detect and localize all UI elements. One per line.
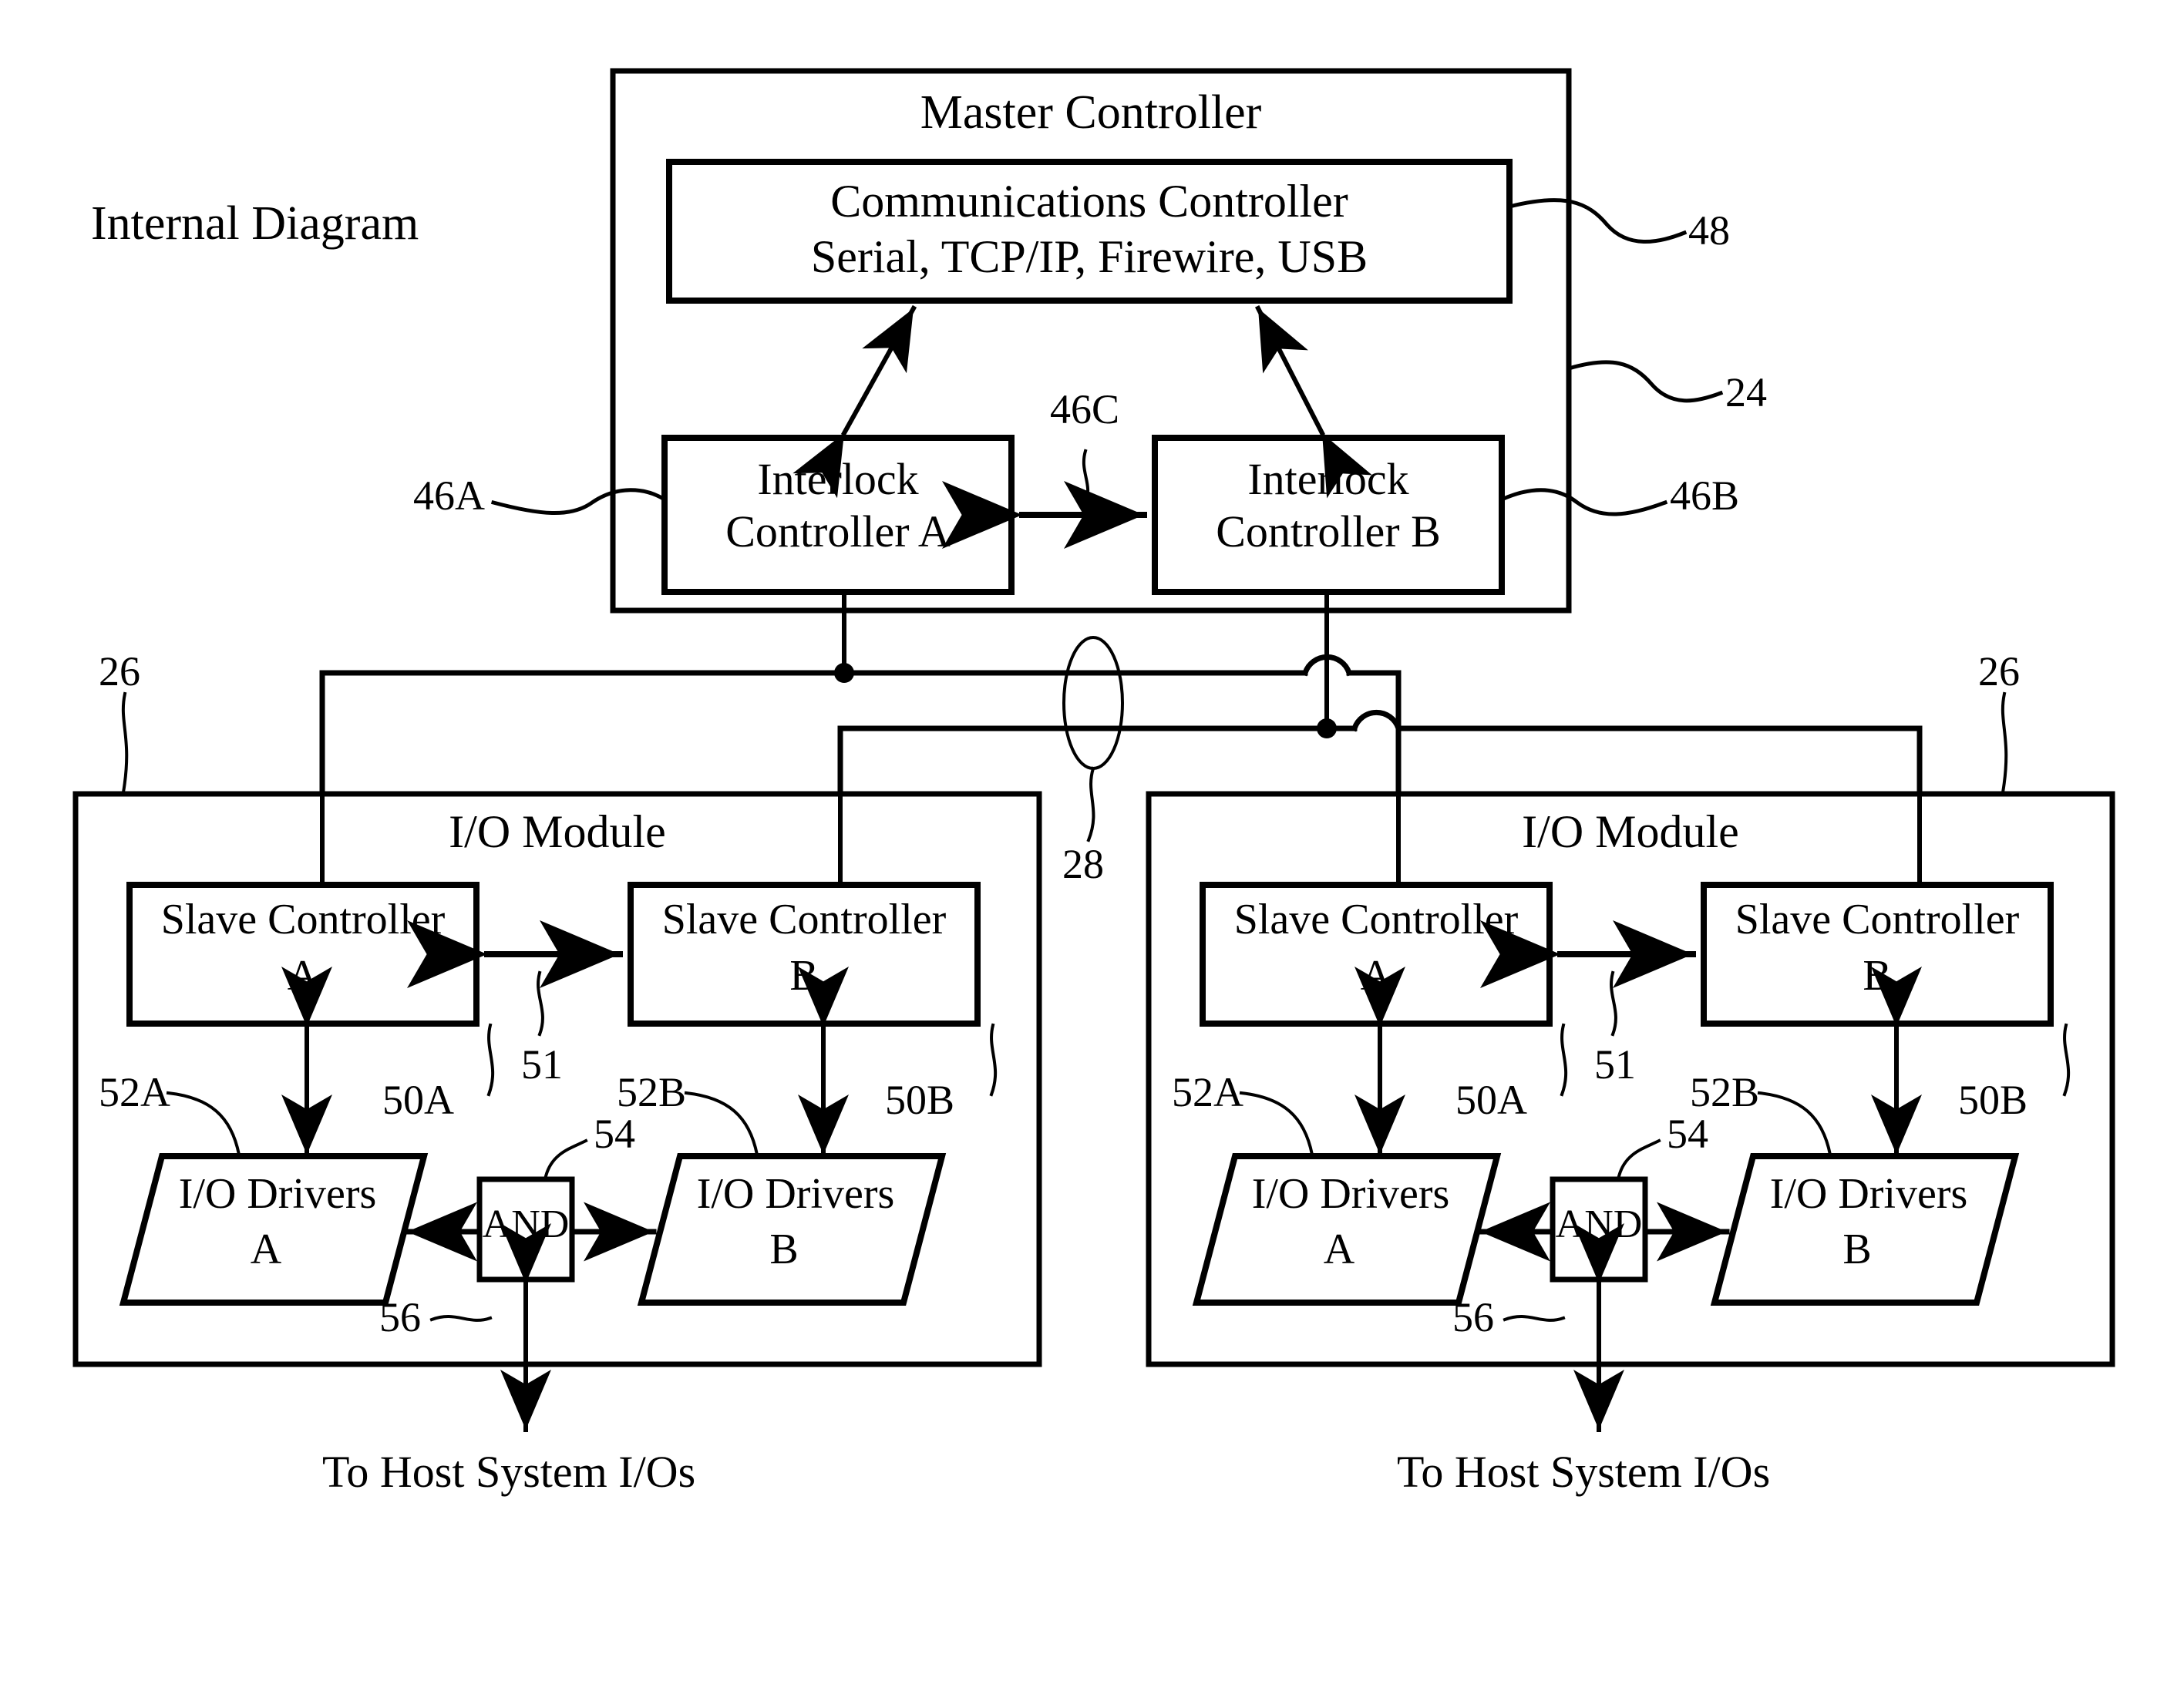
ref-52b-left: 52B (617, 1069, 687, 1115)
ref-51-left: 51 (521, 1041, 563, 1088)
ref-56-right: 56 (1452, 1294, 1494, 1340)
io-drivers-b-right-line2: B (1842, 1226, 1872, 1273)
host-caption-right: To Host System I/Os (1397, 1447, 1771, 1497)
ref-54-right: 54 (1667, 1111, 1708, 1157)
ref-50b-left: 50B (885, 1077, 955, 1123)
ref-52b-right: 52B (1690, 1069, 1760, 1115)
ref-54-left: 54 (594, 1111, 635, 1157)
ref-52a-right: 52A (1172, 1069, 1243, 1115)
master-controller-title: Master Controller (920, 86, 1262, 139)
ref-46a: 46A (413, 472, 485, 519)
interlock-controller-b-line1: Interlock (1247, 454, 1409, 504)
ref-48: 48 (1688, 207, 1730, 254)
slave-controller-a-left-line1: Slave Controller (160, 896, 446, 943)
communications-controller-line2: Serial, TCP/IP, Firewire, USB (810, 231, 1368, 282)
io-drivers-b-left-line1: I/O Drivers (696, 1170, 895, 1218)
ref-50a-left: 50A (382, 1077, 454, 1123)
ref-26-right: 26 (1978, 648, 2020, 694)
ref-28: 28 (1062, 841, 1104, 887)
io-module-left-title: I/O Module (449, 806, 666, 857)
io-drivers-a-right-line2: A (1323, 1226, 1355, 1273)
ref-46c: 46C (1050, 386, 1120, 432)
ref-26-left: 26 (99, 648, 140, 694)
ref-50b-right: 50B (1958, 1077, 2028, 1123)
slave-controller-a-left-line2: A (287, 952, 319, 1000)
slave-controller-b-left-line2: B (789, 952, 819, 1000)
communications-controller-line1: Communications Controller (830, 176, 1348, 227)
slave-controller-a-right-line1: Slave Controller (1233, 896, 1519, 943)
io-drivers-b-right-line1: I/O Drivers (1769, 1170, 1968, 1218)
interlock-controller-b-line2: Controller B (1216, 506, 1441, 557)
figure-canvas: Internal Diagram Master Controller Commu… (0, 0, 2184, 1688)
slave-controller-b-right-line2: B (1863, 952, 1892, 1000)
io-drivers-a-left-line1: I/O Drivers (178, 1170, 377, 1218)
ref-50a-right: 50A (1455, 1077, 1527, 1123)
io-module-right-title: I/O Module (1522, 806, 1739, 857)
figure-caption: Internal Diagram (91, 197, 419, 250)
slave-controller-a-right-line2: A (1360, 952, 1392, 1000)
host-caption-left: To Host System I/Os (322, 1447, 696, 1497)
ref-56-left: 56 (379, 1294, 421, 1340)
ref-51-right: 51 (1594, 1041, 1636, 1088)
slave-controller-b-right-line1: Slave Controller (1735, 896, 2020, 943)
slave-controller-b-left-line1: Slave Controller (661, 896, 947, 943)
io-drivers-b-left-line2: B (769, 1226, 799, 1273)
interlock-controller-a-line2: Controller A (725, 506, 951, 557)
and-gate-left-label: AND (482, 1202, 570, 1246)
io-drivers-a-right-line1: I/O Drivers (1251, 1170, 1450, 1218)
ref-52a-left: 52A (99, 1069, 170, 1115)
interlock-controller-a-line1: Interlock (757, 454, 919, 504)
ref-46b: 46B (1670, 472, 1740, 519)
and-gate-right-label: AND (1555, 1202, 1643, 1246)
ref-24: 24 (1725, 369, 1767, 415)
io-drivers-a-left-line2: A (250, 1226, 282, 1273)
